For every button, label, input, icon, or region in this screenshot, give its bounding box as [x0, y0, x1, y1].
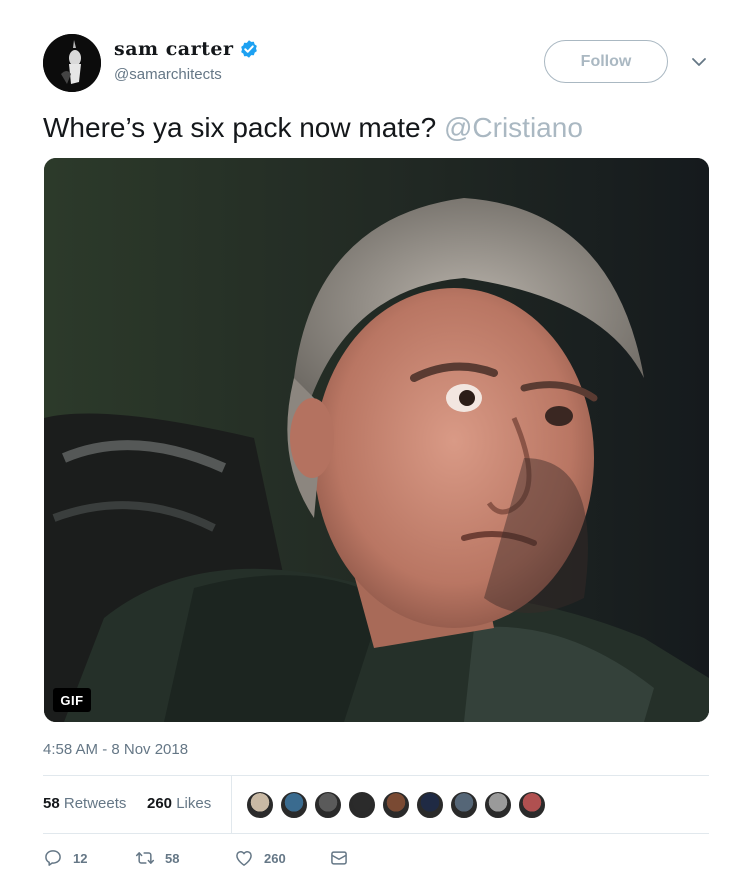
- verified-badge-icon: [240, 40, 257, 58]
- tweet-timestamp[interactable]: 4:58 AM - 8 Nov 2018: [43, 741, 188, 758]
- avatar-image: [43, 34, 101, 92]
- liker-avatar[interactable]: [415, 790, 445, 820]
- gif-badge: GIF: [53, 688, 91, 712]
- divider: [43, 833, 709, 834]
- liker-avatar[interactable]: [449, 790, 479, 820]
- retweet-icon: [135, 852, 155, 864]
- reply-button[interactable]: 12: [43, 848, 87, 868]
- retweet-count: 58: [165, 850, 180, 866]
- like-button[interactable]: 260: [234, 848, 286, 868]
- mention-link[interactable]: @Cristiano: [444, 112, 583, 143]
- likes-label: Likes: [176, 795, 212, 812]
- retweets-count: 58: [43, 795, 60, 812]
- envelope-icon: [331, 851, 347, 865]
- user-handle[interactable]: @samarchitects: [114, 66, 222, 83]
- retweet-button[interactable]: 58: [135, 848, 179, 868]
- liker-avatar[interactable]: [517, 790, 547, 820]
- like-count: 260: [264, 850, 286, 866]
- likes-stat[interactable]: 260 Likes: [147, 795, 211, 812]
- user-name-row: sam carter: [114, 36, 259, 62]
- reply-count: 12: [73, 850, 88, 866]
- liker-avatar[interactable]: [313, 790, 343, 820]
- divider: [43, 775, 709, 776]
- gif-media[interactable]: [44, 158, 709, 722]
- follow-button[interactable]: Follow: [544, 40, 668, 83]
- heart-icon: [236, 851, 252, 866]
- tweet-text: Where’s ya six pack now mate? @Cristiano: [43, 110, 583, 146]
- retweets-label: Retweets: [63, 795, 127, 812]
- reply-icon: [45, 850, 61, 866]
- gif-image: [44, 158, 709, 722]
- display-name[interactable]: sam carter: [114, 38, 234, 60]
- liker-avatar[interactable]: [483, 790, 513, 820]
- liker-avatar[interactable]: [245, 790, 275, 820]
- direct-message-button[interactable]: [329, 848, 349, 868]
- likes-count: 260: [147, 795, 173, 812]
- user-avatar[interactable]: [43, 34, 101, 92]
- retweets-stat[interactable]: 58 Retweets: [43, 795, 126, 812]
- tweet-card: sam carter @samarchitects Follow Where’s…: [0, 0, 750, 888]
- liker-avatar[interactable]: [381, 790, 411, 820]
- stats-separator: [231, 776, 232, 833]
- liker-avatar[interactable]: [279, 790, 309, 820]
- tweet-body: Where’s ya six pack now mate?: [43, 112, 437, 143]
- likers-avatars: [245, 790, 551, 820]
- liker-avatar[interactable]: [347, 790, 377, 820]
- chevron-down-icon[interactable]: [690, 55, 708, 69]
